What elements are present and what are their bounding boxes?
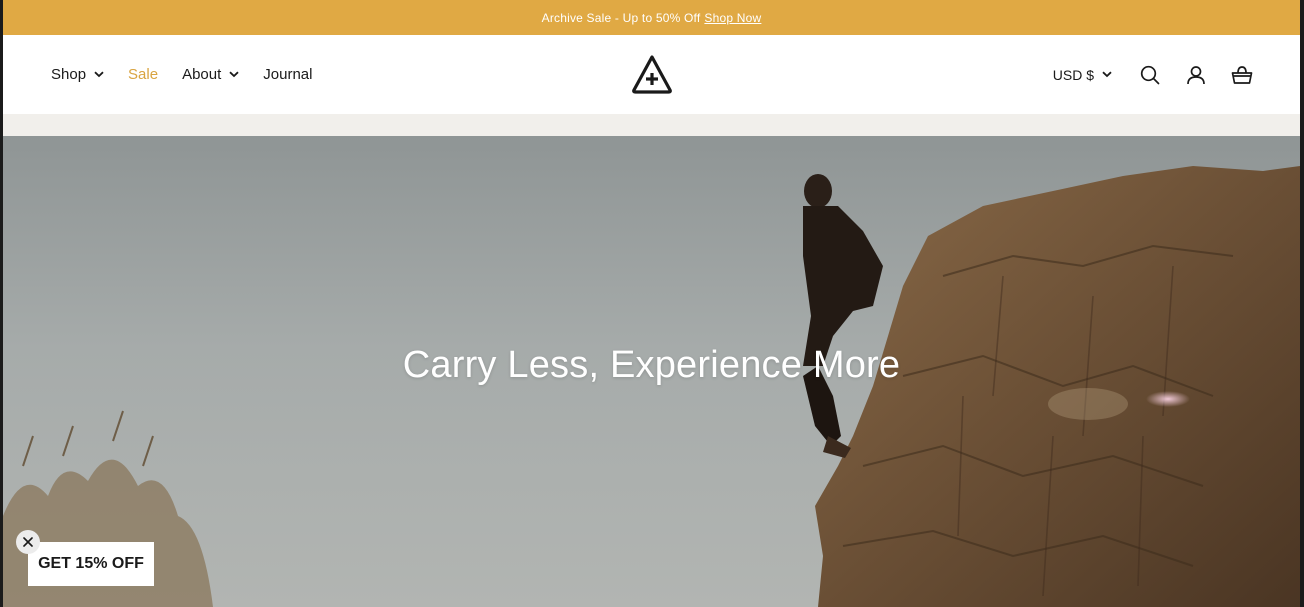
site-header: Shop Sale About Journal USD $ <box>3 35 1300 114</box>
triangle-plus-logo[interactable] <box>631 54 673 96</box>
chevron-down-icon <box>229 71 239 78</box>
close-icon <box>23 537 33 547</box>
nav-item-label: Journal <box>263 66 313 83</box>
hero-title: Carry Less, Experience More <box>402 344 901 386</box>
chevron-down-icon <box>1102 71 1112 78</box>
nav-item-label: About <box>182 66 222 83</box>
chevron-down-icon <box>94 71 104 78</box>
main-nav: Shop Sale About Journal <box>51 35 312 114</box>
header-actions: USD $ <box>1053 35 1254 114</box>
nav-item-label: Sale <box>128 66 159 83</box>
close-button[interactable] <box>16 530 40 554</box>
nav-item-about[interactable]: About <box>182 66 239 83</box>
discount-popup-label: GET 15% OFF <box>38 555 144 572</box>
currency-selector[interactable]: USD $ <box>1053 67 1112 83</box>
search-icon <box>1140 65 1160 84</box>
hero-banner: Carry Less, Experience More <box>3 136 1300 607</box>
cart-icon <box>1231 65 1253 84</box>
currency-label: USD $ <box>1052 66 1094 83</box>
shop-now-link[interactable]: Shop Now <box>704 11 761 25</box>
nav-item-sale[interactable]: Sale <box>128 66 158 83</box>
page: Archive Sale - Up to 50% Off Shop Now Sh… <box>3 0 1300 607</box>
search-button[interactable] <box>1138 63 1162 87</box>
nav-item-journal[interactable]: Journal <box>263 66 312 83</box>
announcement-bar: Archive Sale - Up to 50% Off Shop Now <box>3 0 1300 35</box>
account-icon <box>1187 65 1205 84</box>
nav-item-label: Shop <box>51 66 87 83</box>
announcement-text: Archive Sale - Up to 50% Off <box>541 10 701 25</box>
discount-popup-button[interactable]: GET 15% OFF <box>28 542 154 586</box>
header-divider-strip <box>3 114 1300 136</box>
nav-item-shop[interactable]: Shop <box>51 66 104 83</box>
cart-button[interactable] <box>1230 63 1254 87</box>
account-button[interactable] <box>1184 63 1208 87</box>
